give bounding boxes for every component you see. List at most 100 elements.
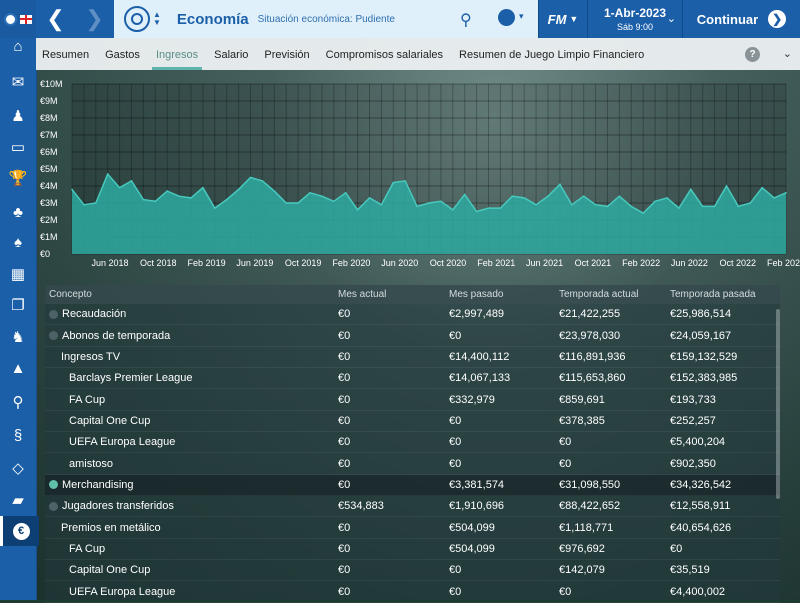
tab-resumen[interactable]: Resumen xyxy=(42,38,89,70)
table-row[interactable]: FA Cup €0 €332,979 €859,691 €193,733 xyxy=(45,389,780,411)
staff-icon[interactable]: ♣ xyxy=(0,197,36,227)
schedule-icon[interactable]: ▭ xyxy=(0,132,36,162)
y-tick-label: €4M xyxy=(40,181,58,191)
fm-menu-button[interactable]: FM ▼ xyxy=(538,0,587,38)
page-title: Economía xyxy=(176,10,249,28)
value-cell: €142,079 xyxy=(559,564,605,577)
club-badge-icon[interactable] xyxy=(124,6,150,32)
data-point xyxy=(416,205,418,208)
home-icon[interactable]: ⌂ xyxy=(0,31,36,61)
value-cell: €0 xyxy=(449,329,462,342)
chevron-down-icon[interactable]: ⌄ xyxy=(783,47,792,60)
table-row[interactable]: Recaudación €0 €2,997,489 €21,422,255 €25,98… xyxy=(45,304,780,326)
data-point xyxy=(71,188,73,191)
table-row[interactable]: Jugadores transferidos €534,883 €1,910,696… xyxy=(45,496,780,518)
table-row[interactable]: Ingresos TV €0 €14,400,112 €116,891,936 €159… xyxy=(45,347,780,369)
row-label: Abonos de temporada xyxy=(62,329,171,342)
search-icon[interactable]: ⚲ xyxy=(0,387,36,417)
table-row[interactable]: Barclays Premier League €0 €14,067,133 €115… xyxy=(45,368,780,390)
help-icon[interactable]: ? xyxy=(745,47,760,62)
row-label: Capital One Cup xyxy=(69,564,151,577)
value-cell: €504,099 xyxy=(449,542,495,555)
data-point xyxy=(761,186,763,189)
tab-compromisos-salariales[interactable]: Compromisos salariales xyxy=(326,38,443,70)
table-row[interactable]: amistoso €0 €0 €0 €902,350 xyxy=(45,453,780,475)
search-icon[interactable]: ⚲ xyxy=(460,10,472,30)
value-cell: €193,733 xyxy=(670,393,716,406)
data-point xyxy=(166,190,168,192)
data-point xyxy=(463,193,466,196)
row-label-cell: amistoso xyxy=(45,458,338,470)
value-cell: €0 xyxy=(338,329,351,342)
value-cell: €25,986,514 xyxy=(670,308,732,321)
squad-icon[interactable]: ♟ xyxy=(0,101,36,131)
row-label-cell: Jugadores transferidos xyxy=(45,500,338,512)
x-tick-label: Feb 2019 xyxy=(188,258,226,268)
globe-icon[interactable] xyxy=(498,9,524,26)
data-point xyxy=(273,190,276,192)
transfers-icon[interactable]: § xyxy=(0,420,36,450)
column-header[interactable]: Temporada actual xyxy=(559,289,670,300)
table-row[interactable]: UEFA Europa League €0 €0 €0 €5,400,204 xyxy=(45,432,780,454)
inbox-icon[interactable]: ✉ xyxy=(0,67,36,97)
data-point xyxy=(118,186,121,189)
table-row[interactable]: Merchandising €0 €3,381,574 €31,098,550 €34,… xyxy=(45,474,780,497)
training-icon[interactable]: ♞ xyxy=(0,322,36,352)
scouting-icon[interactable]: ♠ xyxy=(0,227,36,257)
table-row[interactable]: Capital One Cup €0 €0 €378,385 €252,257 xyxy=(45,411,780,433)
shield-icon[interactable]: ◇ xyxy=(0,453,36,483)
finance-icon[interactable]: € xyxy=(0,516,39,546)
table-row[interactable]: Abonos de temporada €0 €0 €23,978,030 €24,05… xyxy=(45,325,780,347)
y-tick-label: €7M xyxy=(40,130,58,140)
value-cell: €2,997,489 xyxy=(449,308,505,321)
value-cell: €31,098,550 xyxy=(559,478,621,491)
value-cell: €0 xyxy=(338,542,351,555)
column-header[interactable]: Concepto xyxy=(45,289,338,300)
row-label-cell: Barclays Premier League xyxy=(45,372,338,384)
table-row[interactable]: FA Cup €0 €504,099 €976,692 €0 xyxy=(45,539,780,561)
row-expand-icon[interactable] xyxy=(49,309,58,319)
sidebar: ⌂ ✉ ♟ ▭ 🏆 ♣ ♠ ▦ ❐ ♞ ▲ ⚲ § ◇ ▰ € xyxy=(0,0,39,600)
tactics-icon[interactable]: ▦ xyxy=(0,259,36,289)
data-point xyxy=(487,207,490,209)
notes-icon[interactable]: ❐ xyxy=(0,290,36,320)
tab-ingresos[interactable]: Ingresos xyxy=(151,38,203,70)
value-cell: €0 xyxy=(338,350,351,363)
x-tick-label: Oct 2020 xyxy=(430,258,467,268)
continue-button[interactable]: Continuar ❯ xyxy=(682,0,800,38)
club-crest-icon[interactable] xyxy=(4,12,17,26)
scrollbar[interactable] xyxy=(776,309,780,499)
medical-icon[interactable]: ▲ xyxy=(0,353,36,383)
club-switch-icon[interactable]: ▲ ▼ xyxy=(153,11,161,27)
tab-salario[interactable]: Salario xyxy=(214,38,248,70)
table-row[interactable]: Premios en metálico €0 €504,099 €1,118,771 €… xyxy=(45,517,780,539)
tab-gastos[interactable]: Gastos xyxy=(105,38,140,70)
tab-resumen-de-juego-limpio-financiero[interactable]: Resumen de Juego Limpio Financiero xyxy=(459,38,644,70)
tab-previsión[interactable]: Previsión xyxy=(264,38,309,70)
data-point xyxy=(428,202,430,204)
data-point xyxy=(452,209,454,211)
x-tick-label: Feb 2023 xyxy=(767,258,800,268)
value-cell: €116,891,936 xyxy=(559,350,626,363)
data-point xyxy=(535,203,537,206)
row-label: UEFA Europa League xyxy=(69,436,176,449)
back-button[interactable]: ❮ xyxy=(36,0,75,38)
trophy-icon[interactable]: 🏆 xyxy=(0,163,36,193)
row-expand-icon[interactable] xyxy=(49,331,58,341)
column-header[interactable]: Mes pasado xyxy=(449,289,559,300)
forward-button[interactable]: ❯ xyxy=(75,0,114,38)
value-cell: €0 xyxy=(338,585,351,598)
row-label: Jugadores transferidos xyxy=(62,500,174,513)
date-button[interactable]: 1-Abr-2023 Sáb 9:00 ⌄ xyxy=(587,0,682,38)
column-header[interactable]: Temporada pasada xyxy=(670,289,780,300)
value-cell: €859,691 xyxy=(559,393,605,406)
column-header[interactable]: Mes actual xyxy=(338,289,449,300)
x-tick-label: Jun 2022 xyxy=(671,258,708,268)
row-expand-icon[interactable] xyxy=(49,501,58,511)
table-row[interactable]: Capital One Cup €0 €0 €142,079 €35,519 xyxy=(45,560,780,582)
row-label: amistoso xyxy=(69,457,114,470)
value-cell: €5,400,204 xyxy=(670,436,726,449)
bag-icon[interactable]: ▰ xyxy=(0,485,36,515)
row-expand-icon[interactable] xyxy=(49,480,58,490)
data-point xyxy=(214,207,216,209)
